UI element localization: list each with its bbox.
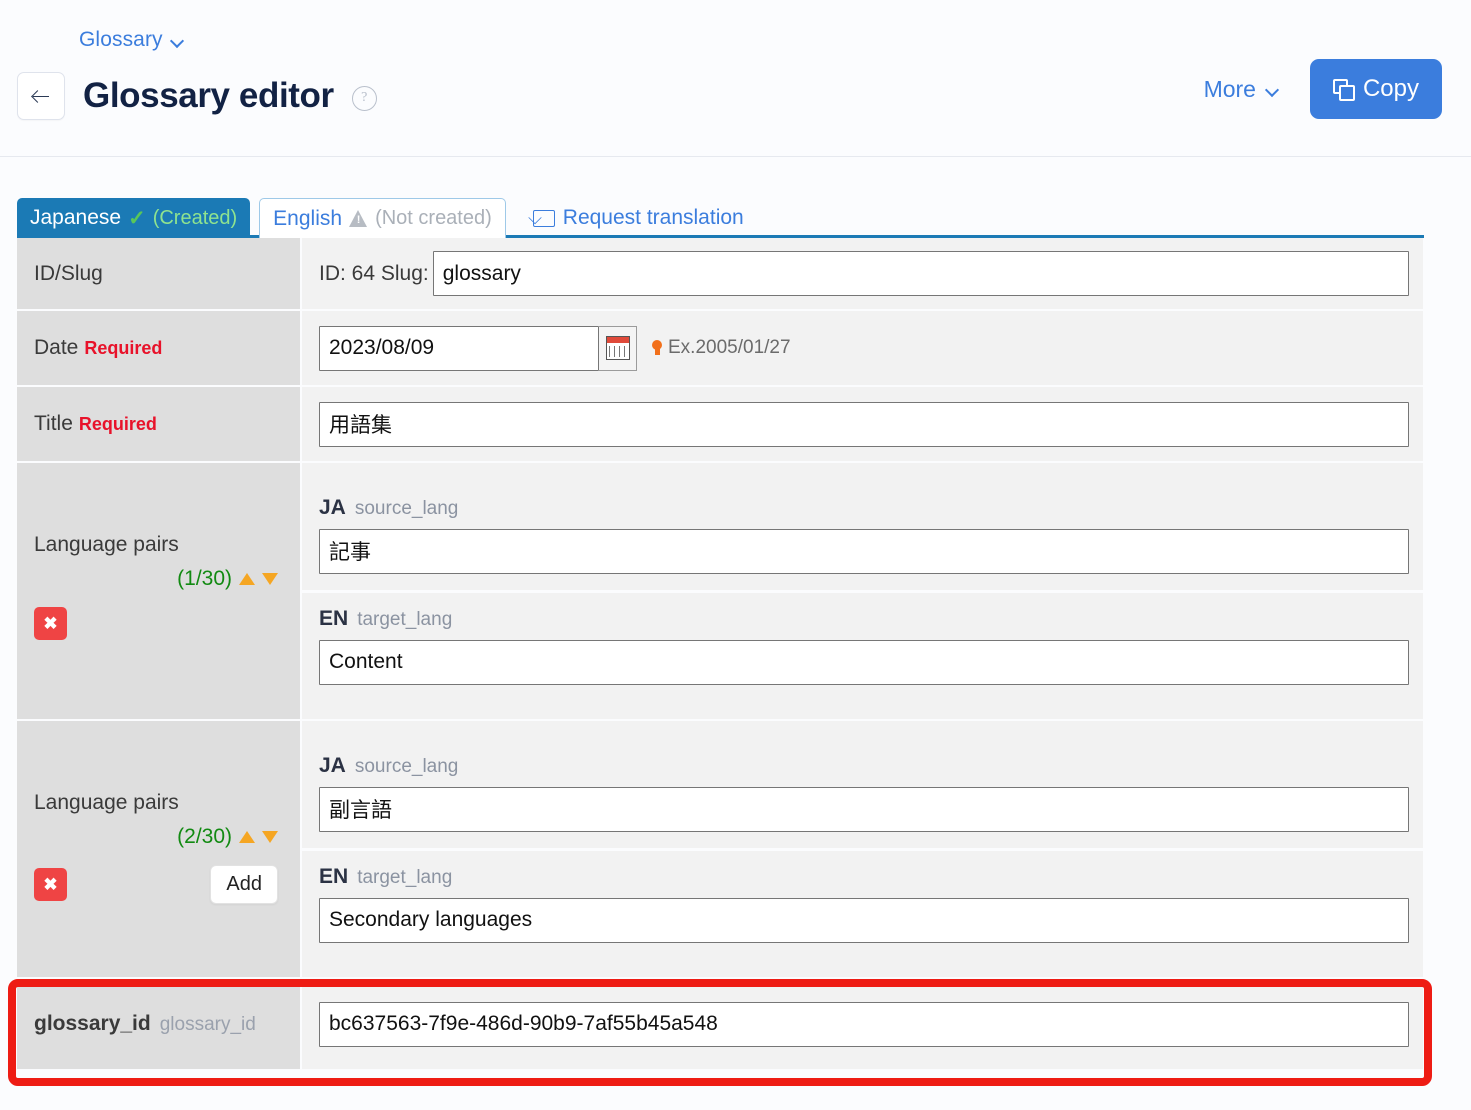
copy-icon (1332, 78, 1355, 101)
language-pair-2-count: (2/30) (177, 825, 232, 848)
title-input[interactable] (319, 401, 1409, 447)
row-date: DateRequired Ex.2005/01/27 (17, 311, 1423, 387)
value-language-pair-1: JA source_lang EN target_lang (302, 463, 1423, 719)
lightbulb-icon (651, 339, 663, 357)
tab-english-status: (Not created) (375, 207, 492, 229)
language-pair-1-source: JA source_lang (302, 481, 1423, 590)
label-glossary-id: glossary_id glossary_id (17, 979, 302, 1069)
request-translation-link[interactable]: Request translation (532, 198, 744, 238)
copy-label: Copy (1362, 75, 1419, 102)
label-title: Title Required (17, 387, 302, 461)
page-title: Glossary editor (83, 76, 334, 115)
label-date: Date Required (17, 311, 302, 385)
value-id-slug: ID: 64 Slug: (302, 238, 1423, 309)
language-tabs: Japanese ✓ (Created) English (Not create… (0, 192, 1471, 238)
label-language-pair-2: Language pairs (2/30) ✖ Add (17, 721, 302, 977)
row-glossary-id: glossary_id glossary_id (17, 979, 1423, 1071)
glossary-id-key: glossary_id (159, 1014, 256, 1035)
label-id-slug-text: ID/Slug (34, 261, 103, 285)
date-required-badge: Required (84, 338, 163, 358)
warning-triangle-icon (349, 210, 368, 227)
date-input[interactable] (319, 325, 599, 371)
language-pair-1-count: (1/30) (177, 567, 232, 590)
language-pair-1-target-key: target_lang (357, 608, 453, 630)
language-pair-2-label: Language pairs (34, 791, 179, 814)
language-pair-2-target: EN target_lang (302, 847, 1423, 959)
language-pair-1-label: Language pairs (34, 533, 179, 556)
triangle-down-icon[interactable] (262, 573, 278, 585)
language-pair-2-source-input[interactable] (319, 786, 1409, 832)
slug-input[interactable] (432, 251, 1409, 296)
language-pair-2-source-code: JA (319, 753, 346, 777)
language-pair-1-source-key: source_lang (354, 497, 459, 519)
language-pair-1-target-input[interactable] (319, 639, 1409, 685)
row-title: Title Required (17, 387, 1423, 463)
delete-language-pair-1-button[interactable]: ✖ (34, 607, 67, 640)
language-pair-1-source-code: JA (319, 495, 346, 519)
calendar-picker-button[interactable] (599, 325, 637, 371)
tab-japanese[interactable]: Japanese ✓ (Created) (17, 198, 251, 238)
row-id-slug: ID/Slug ID: 64 Slug: (17, 238, 1423, 311)
breadcrumb-link-glossary[interactable]: Glossary (79, 28, 163, 52)
language-pair-2-target-input[interactable] (319, 897, 1409, 943)
check-icon: ✓ (128, 206, 146, 230)
label-date-text: Date (34, 336, 79, 359)
language-pair-2-target-code: EN (319, 864, 349, 888)
triangle-down-icon[interactable] (262, 831, 278, 843)
add-language-pair-button[interactable]: Add (210, 865, 278, 904)
question-circle-icon[interactable]: ? (351, 85, 377, 111)
back-button[interactable] (17, 72, 65, 120)
chevron-down-icon (1267, 85, 1280, 93)
glossary-id-label: glossary_id (34, 1012, 151, 1035)
date-hint-text: Ex.2005/01/27 (668, 337, 791, 358)
breadcrumb: Glossary (79, 28, 185, 52)
tab-english-label: English (273, 206, 343, 230)
triangle-up-icon[interactable] (239, 573, 255, 585)
tab-english[interactable]: English (Not created) (259, 198, 506, 238)
label-language-pair-1: Language pairs (1/30) ✖ (17, 463, 302, 719)
language-pair-1-target: EN target_lang (302, 589, 1423, 701)
id-slug-prefix: ID: 64 Slug: (319, 261, 429, 285)
language-pair-2-target-key: target_lang (357, 866, 453, 888)
language-pair-1-source-input[interactable] (319, 528, 1409, 574)
value-glossary-id (302, 979, 1423, 1069)
language-pair-1-target-code: EN (319, 606, 349, 630)
title-required-badge: Required (78, 414, 157, 434)
language-pair-2-source-key: source_lang (354, 755, 459, 777)
row-language-pair-2: Language pairs (2/30) ✖ Add JA source_la… (17, 721, 1423, 979)
more-label: More (1203, 75, 1256, 102)
value-language-pair-2: JA source_lang EN target_lang (302, 721, 1423, 977)
copy-button[interactable]: Copy (1309, 59, 1442, 119)
title-row: Glossary editor ? (17, 72, 377, 120)
label-id-slug: ID/Slug (17, 238, 302, 309)
header-actions: More Copy (1204, 59, 1442, 119)
mail-icon (532, 209, 555, 227)
value-date: Ex.2005/01/27 (302, 311, 1423, 385)
more-menu-button[interactable]: More (1204, 76, 1280, 103)
triangle-up-icon[interactable] (239, 831, 255, 843)
row-language-pair-1: Language pairs (1/30) ✖ JA source_lang E… (17, 463, 1423, 721)
language-pair-2-source: JA source_lang (302, 739, 1423, 848)
glossary-form: ID/Slug ID: 64 Slug: DateRequired (17, 238, 1423, 1071)
chevron-down-icon[interactable] (172, 36, 185, 44)
tab-japanese-status: (Created) (152, 206, 238, 229)
calendar-icon (605, 336, 630, 360)
date-hint: Ex.2005/01/27 (651, 337, 791, 359)
request-translation-label: Request translation (562, 206, 744, 229)
tab-japanese-label: Japanese (30, 206, 122, 229)
label-title-text: Title (34, 412, 73, 435)
arrow-left-icon (32, 90, 50, 103)
glossary-id-input[interactable] (319, 1001, 1409, 1047)
delete-language-pair-2-button[interactable]: ✖ (34, 868, 67, 901)
value-title (302, 387, 1423, 461)
page-header: Glossary Glossary editor ? More Copy (0, 0, 1471, 157)
